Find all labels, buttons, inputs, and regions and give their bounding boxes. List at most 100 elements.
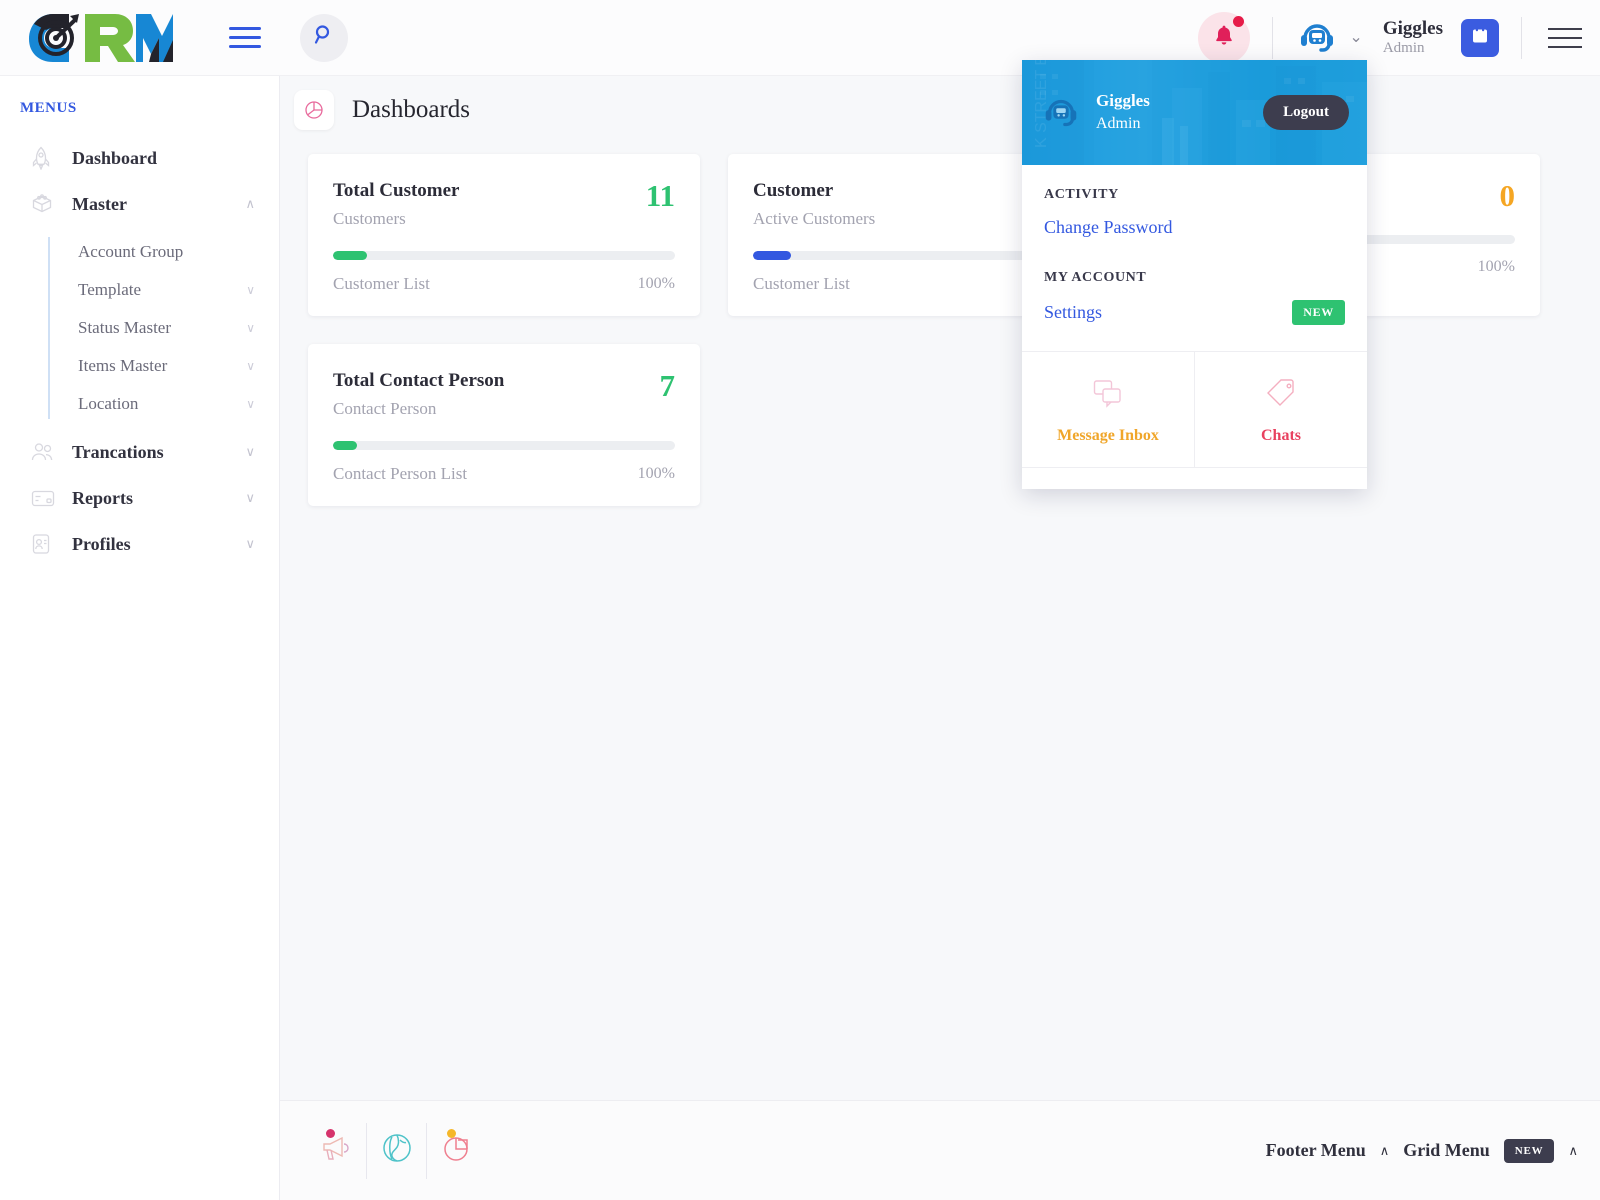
- calendar-button[interactable]: [1461, 18, 1499, 57]
- sidebar-subitem-label: Account Group: [78, 242, 184, 261]
- dropdown-section-activity: ACTIVITY: [1044, 187, 1119, 202]
- card-foot-percent: 100%: [637, 465, 675, 482]
- sidebar-item-master[interactable]: Master ∧: [0, 181, 279, 227]
- progress-track: [333, 441, 675, 450]
- app-logo[interactable]: [0, 10, 196, 66]
- chevron-down-icon: ∨: [245, 490, 255, 505]
- globe-button[interactable]: [366, 1122, 426, 1179]
- sidebar-toggle-button[interactable]: [222, 15, 268, 61]
- card-total-contact-person[interactable]: Total Contact Person Contact Person 7 Co…: [308, 344, 700, 506]
- sidebar-item-reports[interactable]: Reports ∨: [0, 475, 279, 521]
- dropdown-user-name: Giggles: [1096, 91, 1150, 111]
- dropdown-tiles: Message Inbox Chats: [1022, 351, 1367, 467]
- card-title: Total Customer: [333, 180, 460, 201]
- megaphone-icon: [320, 1133, 352, 1168]
- chevron-down-icon: ∨: [245, 536, 255, 551]
- page-header: Dashboards: [280, 76, 1600, 144]
- burger-line: [1548, 45, 1582, 48]
- dropdown-user-meta: Giggles Admin: [1096, 90, 1150, 135]
- sidebar-subitem-location[interactable]: Location ∨: [48, 385, 279, 423]
- search-icon: [312, 23, 336, 52]
- right-panel-toggle-button[interactable]: [1548, 27, 1582, 48]
- card-footer: Customer List 100%: [333, 274, 675, 294]
- settings-new-badge: NEW: [1292, 300, 1345, 325]
- sidebar-subitem-label: Items Master: [78, 356, 168, 375]
- card-total-customer[interactable]: Total Customer Customers 11 Customer Lis…: [308, 154, 700, 316]
- user-avatar-button[interactable]: ⌄: [1295, 16, 1363, 60]
- chevron-up-icon[interactable]: ∧: [1380, 1143, 1390, 1159]
- header-user-role: Admin: [1382, 39, 1425, 56]
- footer-bar: Footer Menu ∧ Grid Menu NEW ∧: [280, 1100, 1600, 1200]
- bell-icon: [1213, 23, 1235, 52]
- card-title: Total Contact Person: [333, 370, 505, 391]
- tile-label: Message Inbox: [1057, 427, 1159, 444]
- chevron-down-icon: ∨: [246, 358, 255, 373]
- card-foot-label[interactable]: Customer List: [753, 274, 850, 294]
- header-user-name: Giggles: [1382, 17, 1443, 39]
- box-icon: [30, 192, 60, 216]
- sidebar-subitem-account-group[interactable]: Account Group: [48, 233, 279, 271]
- chat-bubbles-icon: [1092, 378, 1124, 413]
- settings-link[interactable]: Settings: [1044, 302, 1102, 323]
- card-value: 7: [659, 368, 676, 403]
- megaphone-button[interactable]: [306, 1123, 366, 1179]
- logout-button[interactable]: Logout: [1263, 95, 1349, 130]
- rocket-icon: [30, 146, 60, 170]
- sidebar-subitem-template[interactable]: Template ∨: [48, 271, 279, 309]
- footer-menu-group: Footer Menu ∧ Grid Menu NEW ∧: [1266, 1138, 1578, 1163]
- sidebar-item-label: Trancations: [72, 441, 164, 462]
- progress-fill: [333, 441, 357, 450]
- chevron-up-icon: ∧: [245, 196, 255, 211]
- burger-line: [229, 45, 261, 48]
- sidebar-item-trancations[interactable]: Trancations ∨: [0, 429, 279, 475]
- header-user-meta: Giggles Admin: [1383, 18, 1443, 57]
- pie-chart-icon: [441, 1132, 473, 1169]
- globe-icon: [381, 1132, 413, 1169]
- pie-chart-icon: [294, 90, 334, 130]
- card-top: Total Customer Customers 11: [333, 178, 675, 229]
- sidebar: MENUS Dashboard Master ∧ Account Group T…: [0, 76, 280, 1200]
- chevron-down-icon: ∨: [246, 320, 255, 335]
- card-titles: Total Contact Person Contact Person: [333, 370, 660, 419]
- progress-fill: [753, 251, 791, 260]
- calendar-icon: [1470, 25, 1490, 50]
- sidebar-submenu-master: Account Group Template ∨ Status Master ∨…: [0, 233, 279, 423]
- chevron-down-icon: ∨: [246, 396, 255, 411]
- card-icon: [30, 487, 60, 509]
- profile-dropdown-header: K STREET EAS Giggles Admin Logout: [1022, 60, 1367, 165]
- tile-chats[interactable]: Chats: [1194, 352, 1367, 467]
- card-foot-label[interactable]: Contact Person List: [333, 464, 467, 484]
- dropdown-user-role: Admin: [1096, 115, 1141, 133]
- sidebar-item-profiles[interactable]: Profiles ∨: [0, 521, 279, 567]
- tile-message-inbox[interactable]: Message Inbox: [1022, 352, 1194, 467]
- card-subtitle: Customers: [333, 209, 406, 228]
- card-value: 11: [645, 178, 675, 213]
- card-foot-label[interactable]: Customer List: [333, 274, 430, 294]
- search-button[interactable]: [300, 13, 348, 62]
- id-card-icon: [30, 532, 60, 556]
- notification-badge-dot: [1233, 15, 1245, 27]
- burger-line: [229, 27, 261, 30]
- sidebar-item-dashboard[interactable]: Dashboard: [0, 135, 279, 181]
- sidebar-item-label: Dashboard: [72, 147, 158, 168]
- tag-icon: [1265, 378, 1297, 413]
- chevron-up-icon[interactable]: ∧: [1568, 1143, 1578, 1159]
- settings-row: Settings NEW: [1022, 286, 1367, 335]
- card-value: 0: [1499, 178, 1516, 213]
- pie-chart-button[interactable]: [426, 1122, 486, 1179]
- progress-track: [333, 251, 675, 260]
- card-titles: Total Customer Customers: [333, 180, 646, 229]
- header-divider: [1521, 16, 1522, 59]
- chevron-down-icon: ∨: [245, 444, 255, 459]
- notifications-button[interactable]: [1198, 11, 1251, 64]
- sidebar-subitem-label: Status Master: [78, 318, 172, 337]
- change-password-link[interactable]: Change Password: [1044, 217, 1173, 238]
- page-title: Dashboards: [352, 96, 471, 123]
- progress-fill: [333, 251, 368, 260]
- footer-menu-button[interactable]: Footer Menu: [1266, 1140, 1366, 1161]
- sidebar-subitem-status-master[interactable]: Status Master ∨: [48, 309, 279, 347]
- header-divider: [1272, 16, 1274, 59]
- dropdown-bottom-strip: [1022, 467, 1367, 489]
- sidebar-subitem-items-master[interactable]: Items Master ∨: [48, 347, 279, 385]
- grid-menu-button[interactable]: Grid Menu: [1403, 1140, 1490, 1161]
